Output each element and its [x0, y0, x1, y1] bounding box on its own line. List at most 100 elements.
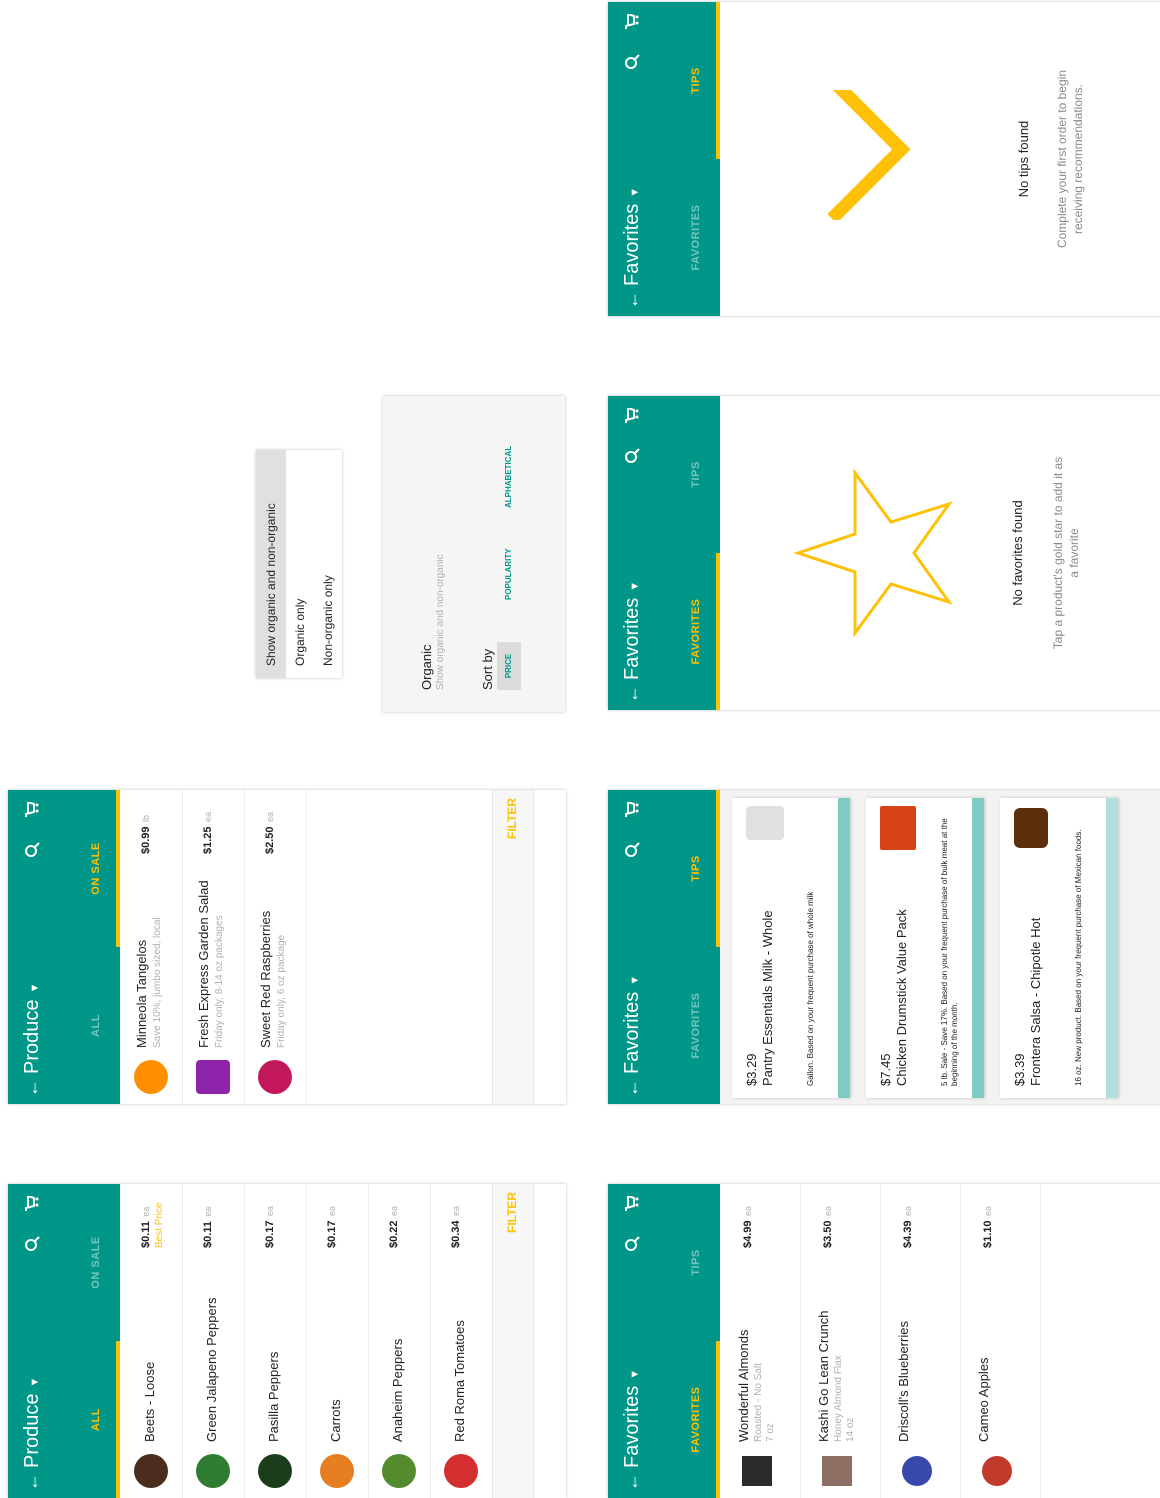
best-price-badge: Best Price: [154, 1202, 165, 1248]
price-unit: ea: [823, 1206, 833, 1217]
tip-card[interactable]: $3.39 Frontera Salsa - Chipotle Hot 16 o…: [1000, 798, 1118, 1098]
tab-bar: FAVORITES TIPS: [672, 790, 720, 1104]
product-thumbnail: [822, 1456, 852, 1486]
filter-bar: FILTER: [492, 790, 534, 1104]
tip-card[interactable]: $7.45 Chicken Drumstick Value Pack 5 lb.…: [866, 798, 984, 1098]
tab-favorites[interactable]: FAVORITES: [672, 1341, 720, 1498]
list-item[interactable]: Wonderful Almonds Roasted - No Salt 7 oz…: [720, 1184, 801, 1498]
product-thumbnail: [320, 1454, 354, 1488]
product-price: $2.50: [264, 826, 276, 854]
tab-tips[interactable]: TIPS: [672, 1184, 720, 1341]
product-price: $4.39: [902, 1220, 914, 1248]
list-item[interactable]: Carrots $0.17 ea: [306, 1184, 369, 1498]
price-unit: ea: [203, 812, 213, 823]
tab-on-sale[interactable]: ON SALE: [72, 1184, 120, 1341]
tab-tips[interactable]: TIPS: [672, 396, 720, 553]
tip-product-name: Pantry Essentials Milk - Whole: [760, 910, 775, 1086]
sort-option-popularity[interactable]: POPULARITY: [497, 548, 521, 600]
product-subtitle: Roasted - No Salt: [753, 1363, 764, 1442]
list-item[interactable]: Sweet Red Raspberries Friday only, 6 oz …: [244, 790, 307, 1104]
product-price: $1.25: [202, 826, 214, 854]
tab-on-sale[interactable]: ON SALE: [72, 790, 120, 947]
arrow-back-icon[interactable]: ←: [20, 1470, 44, 1494]
filter-button[interactable]: FILTER: [505, 1192, 519, 1233]
arrow-back-icon[interactable]: ←: [620, 1470, 644, 1494]
tab-favorites[interactable]: FAVORITES: [672, 947, 720, 1104]
sort-option-price[interactable]: PRICE: [497, 642, 521, 690]
tab-all[interactable]: ALL: [72, 1341, 120, 1498]
search-icon[interactable]: [20, 1232, 44, 1256]
cart-icon[interactable]: [620, 1192, 644, 1216]
product-name: Pasilla Peppers: [266, 1351, 281, 1442]
produce-on-sale-screen: ← Produce▼ ALL ON SALE Minneola Tangelos…: [8, 790, 566, 1104]
product-subtitle: Friday only, 6 oz package: [276, 934, 287, 1048]
price-block: $4.39 ea: [898, 1206, 916, 1248]
price-block: $0.11 ea Best Price: [136, 1202, 165, 1248]
product-size: 7 oz: [765, 1423, 776, 1442]
arrow-back-icon[interactable]: ←: [620, 288, 644, 312]
dropdown-option-selected[interactable]: Show organic and non-organic: [256, 450, 286, 678]
list-item[interactable]: Fresh Express Garden Salad Friday only, …: [182, 790, 245, 1104]
page-title-dropdown[interactable]: Produce▼: [14, 1377, 53, 1468]
search-icon[interactable]: [620, 1232, 644, 1256]
search-icon[interactable]: [620, 50, 644, 74]
arrow-back-icon[interactable]: ←: [620, 1076, 644, 1100]
list-item[interactable]: Beets - Loose $0.11 ea Best Price: [120, 1184, 183, 1498]
product-subtitle: Friday only, 8-14 oz packages: [214, 915, 225, 1048]
tip-description: 5 lb. Sale - Save 17%. Based on your fre…: [940, 818, 959, 1086]
tab-bar: ALL ON SALE: [72, 790, 120, 1104]
list-item[interactable]: Anaheim Peppers $0.22 ea: [368, 1184, 431, 1498]
cart-icon[interactable]: [620, 798, 644, 822]
list-item[interactable]: Driscoll's Blueberries $4.39 ea: [880, 1184, 961, 1498]
product-thumbnail: [196, 1060, 230, 1094]
cart-icon[interactable]: [20, 798, 44, 822]
list-item[interactable]: Cameo Apples $1.10 ea: [960, 1184, 1041, 1498]
search-icon[interactable]: [620, 444, 644, 468]
caret-down-icon: ▼: [29, 982, 41, 994]
filter-button[interactable]: FILTER: [505, 798, 519, 839]
tip-card[interactable]: $3.29 Pantry Essentials Milk - Whole Gal…: [732, 798, 850, 1098]
dropdown-option[interactable]: Organic only: [286, 450, 314, 678]
tab-tips[interactable]: TIPS: [672, 2, 720, 159]
product-thumbnail: [444, 1454, 478, 1488]
tab-all[interactable]: ALL: [72, 947, 120, 1104]
list-item[interactable]: Pasilla Peppers $0.17 ea: [244, 1184, 307, 1498]
page-title-dropdown[interactable]: Favorites▼: [614, 581, 653, 680]
tip-description: 16 oz. New product. Based on your freque…: [1074, 829, 1083, 1086]
list-item[interactable]: Minneola Tangelos Save 10%, jumbo sized,…: [120, 790, 183, 1104]
organic-dropdown-menu: Show organic and non-organic Organic onl…: [256, 450, 342, 678]
filter-panel: Organic Show organic and non-organic Sor…: [383, 396, 565, 712]
price-unit: ea: [265, 812, 275, 823]
sort-option-alphabetical[interactable]: ALPHABETICAL: [497, 446, 521, 508]
price-block: $0.34 ea: [446, 1206, 464, 1248]
arrow-back-icon[interactable]: ←: [20, 1076, 44, 1100]
cart-icon[interactable]: [20, 1192, 44, 1216]
produce-all-screen: ← Produce▼ ALL ON SALE Beets - Loose $0.…: [8, 1184, 566, 1498]
page-title-dropdown[interactable]: Favorites▼: [614, 1369, 653, 1468]
product-name: Wonderful Almonds: [736, 1329, 751, 1443]
page-title-dropdown[interactable]: Favorites▼: [614, 187, 653, 286]
list-item[interactable]: Red Roma Tomatoes $0.34 ea: [430, 1184, 493, 1498]
search-icon[interactable]: [20, 838, 44, 862]
tip-price: $7.45: [878, 1053, 893, 1086]
product-thumbnail: [134, 1454, 168, 1488]
tip-product-name: Frontera Salsa - Chipotle Hot: [1028, 917, 1043, 1086]
list-item[interactable]: Kashi Go Lean Crunch Honey Almond Flax 1…: [800, 1184, 881, 1498]
list-item[interactable]: Green Jalapeno Peppers $0.11 ea: [182, 1184, 245, 1498]
product-price: $3.50: [822, 1220, 834, 1248]
no-favorites-screen: ← Favorites▼ FAVORITES TIPS No favorites…: [608, 396, 1160, 710]
search-icon[interactable]: [620, 838, 644, 862]
tab-favorites[interactable]: FAVORITES: [672, 159, 720, 316]
cart-icon[interactable]: [620, 10, 644, 34]
price-block: $0.99 lb: [136, 815, 154, 854]
organic-select[interactable]: Show organic and non-organic: [435, 554, 446, 690]
product-price: $0.22: [388, 1220, 400, 1248]
tab-tips[interactable]: TIPS: [672, 790, 720, 947]
price-unit: ea: [389, 1206, 399, 1217]
page-title-dropdown[interactable]: Produce▼: [14, 983, 53, 1074]
tab-favorites[interactable]: FAVORITES: [672, 553, 720, 710]
page-title-dropdown[interactable]: Favorites▼: [614, 975, 653, 1074]
cart-icon[interactable]: [620, 404, 644, 428]
arrow-back-icon[interactable]: ←: [620, 682, 644, 706]
dropdown-option[interactable]: Non-organic only: [314, 450, 342, 678]
